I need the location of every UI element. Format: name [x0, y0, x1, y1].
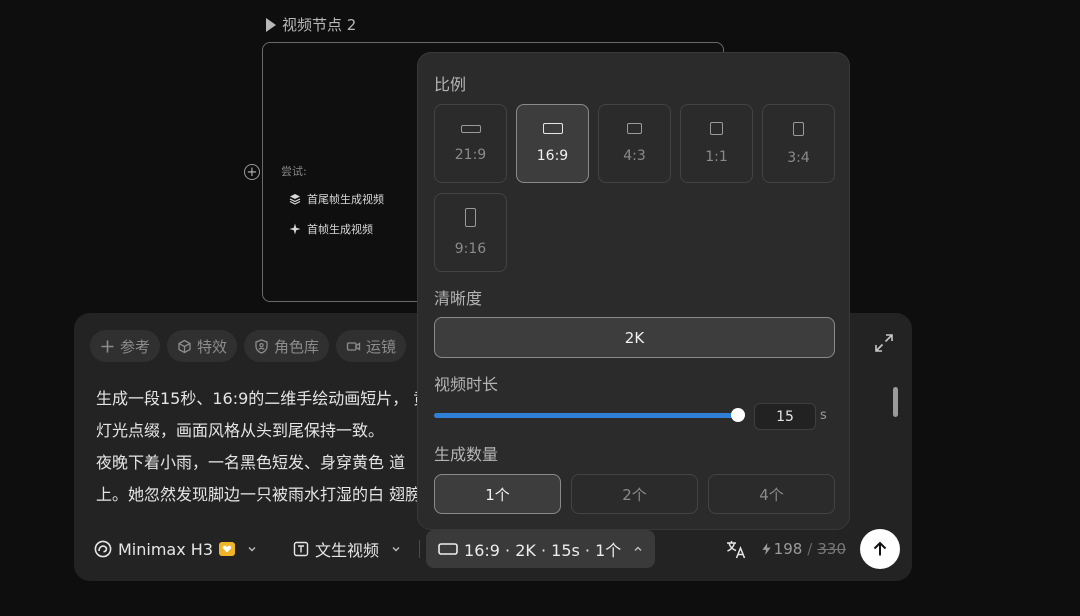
camera-motion-chip[interactable]: 运镜 — [336, 330, 407, 362]
composer-toolbar: Minimax H3 文生视频 16:9 · 2K · 15s · 1个 198… — [94, 529, 900, 569]
count-label: 1个 — [485, 485, 510, 504]
cube-icon — [178, 339, 191, 353]
ratio-option-1-1[interactable]: 1:1 — [680, 104, 753, 183]
minimax-logo-icon — [94, 540, 112, 558]
model-selector[interactable]: Minimax H3 — [94, 540, 257, 559]
try-item-label: 首尾帧生成视频 — [307, 193, 384, 206]
ratio-16-9-icon — [542, 123, 563, 134]
count-option-1[interactable]: 1个 — [434, 474, 561, 514]
count-option-2[interactable]: 2个 — [571, 474, 698, 514]
credits-separator: / — [807, 540, 813, 558]
ratio-option-16-9[interactable]: 16:9 — [516, 104, 589, 183]
toolbar-divider — [419, 540, 421, 558]
send-button[interactable] — [860, 529, 900, 569]
count-label: 2个 — [622, 485, 647, 504]
ratio-label: 16:9 — [536, 148, 569, 164]
chevron-down-icon — [248, 547, 256, 552]
camera-icon — [346, 341, 361, 351]
duration-value: 15 — [776, 408, 794, 425]
count-section-title: 生成数量 — [434, 445, 499, 464]
duration-slider-thumb[interactable] — [731, 408, 745, 422]
duration-section-title: 视频时长 — [434, 375, 499, 394]
shield-user-icon — [255, 338, 268, 354]
text-mode-icon — [293, 541, 309, 557]
plus-icon — [101, 340, 114, 352]
ratio-21-9-icon — [460, 124, 481, 133]
ratio-section-title: 比例 — [434, 75, 467, 94]
ratio-1-1-icon — [710, 122, 723, 135]
count-label: 4个 — [759, 485, 784, 504]
toolbar-right: 198 / 330 — [725, 529, 900, 569]
try-item-first-last-frame[interactable]: 首尾帧生成视频 — [289, 191, 384, 207]
node-title-text: 视频节点 2 — [282, 16, 357, 34]
credits-display: 198 / 330 — [761, 540, 846, 558]
video-settings-button[interactable]: 16:9 · 2K · 15s · 1个 — [426, 530, 656, 568]
ratio-label: 21:9 — [454, 146, 487, 163]
ratio-9-16-icon — [465, 208, 476, 227]
resolution-label: 2K — [624, 328, 645, 347]
mode-selector[interactable]: 文生视频 — [293, 537, 401, 561]
layers-icon — [289, 194, 301, 205]
resolution-option-2k[interactable]: 2K — [434, 317, 835, 358]
translate-icon[interactable] — [725, 538, 747, 560]
arrow-up-icon — [873, 541, 887, 556]
ratio-label: 3:4 — [787, 149, 810, 166]
chip-label: 角色库 — [274, 337, 320, 356]
aspect-ratio-icon — [438, 543, 458, 555]
ratio-option-4-3[interactable]: 4:3 — [598, 104, 671, 183]
ratio-label: 1:1 — [705, 149, 728, 165]
ratio-option-9-16[interactable]: 9:16 — [434, 193, 507, 272]
composer-chips: 参考 特效 角色库 运镜 — [90, 330, 407, 362]
chevron-down-icon — [392, 547, 400, 552]
node-title[interactable]: 视频节点 2 — [266, 14, 356, 35]
video-settings-popover: 比例 21:9 16:9 4:3 1:1 3:4 9:16 清晰度 2K 视频时… — [417, 52, 850, 530]
ratio-label: 4:3 — [623, 148, 646, 164]
try-label: 尝试: — [281, 165, 307, 178]
duration-unit: s — [820, 408, 827, 423]
vip-heart-icon — [219, 542, 235, 556]
add-node-plus-icon[interactable]: + — [244, 164, 260, 180]
chevron-up-icon — [634, 546, 642, 551]
chip-label: 特效 — [197, 337, 228, 356]
count-option-4[interactable]: 4个 — [708, 474, 835, 514]
chip-label: 运镜 — [366, 337, 397, 356]
ratio-3-4-icon — [793, 121, 804, 136]
lightning-icon — [762, 543, 771, 555]
prompt-scrollbar[interactable] — [893, 387, 898, 417]
ratio-label: 9:16 — [454, 241, 487, 257]
ratio-4-3-icon — [627, 123, 642, 134]
mode-label: 文生视频 — [315, 541, 380, 560]
model-name: Minimax H3 — [118, 539, 213, 559]
credits-current: 198 — [773, 540, 803, 558]
try-item-label: 首帧生成视频 — [307, 223, 373, 236]
expand-icon[interactable] — [874, 333, 894, 353]
sparkle-icon — [289, 223, 301, 235]
play-triangle-icon — [266, 17, 276, 32]
settings-summary: 16:9 · 2K · 15s · 1个 — [464, 541, 622, 560]
chip-label: 参考 — [120, 337, 151, 356]
ratio-option-3-4[interactable]: 3:4 — [762, 104, 835, 183]
credits-original: 330 — [817, 540, 846, 558]
ratio-option-21-9[interactable]: 21:9 — [434, 104, 507, 183]
character-library-chip[interactable]: 角色库 — [244, 330, 330, 362]
effects-chip[interactable]: 特效 — [167, 330, 238, 362]
resolution-section-title: 清晰度 — [434, 289, 483, 308]
duration-slider-track[interactable] — [434, 413, 738, 418]
try-item-first-frame[interactable]: 首帧生成视频 — [289, 221, 373, 237]
reference-chip[interactable]: 参考 — [90, 330, 161, 362]
duration-input[interactable]: 15 — [754, 403, 816, 430]
duration-slider-fill — [434, 413, 738, 418]
